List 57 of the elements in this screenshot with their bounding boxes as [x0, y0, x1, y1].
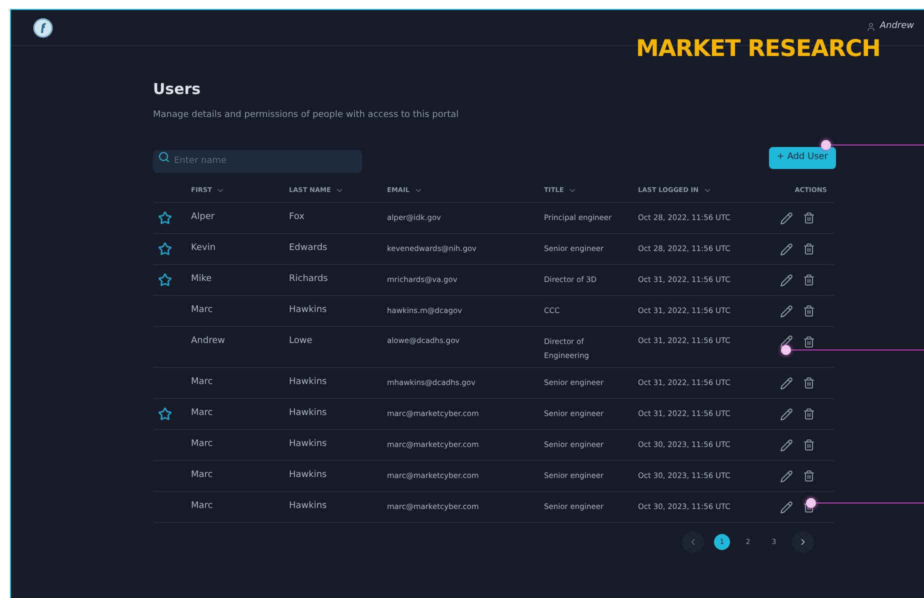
delete-icon[interactable] — [803, 212, 815, 224]
edit-icon[interactable] — [780, 304, 793, 318]
edit-icon[interactable] — [780, 408, 793, 420]
table-cell-text: Marc — [191, 407, 214, 420]
edit-icon[interactable] — [780, 470, 793, 482]
table-cell-text: Andrew — [191, 335, 226, 348]
logo-icon — [33, 18, 53, 38]
delete-icon[interactable] — [803, 274, 815, 286]
delete-icon[interactable] — [803, 336, 815, 348]
table-cell-text: Hawkins — [289, 407, 328, 420]
favorite-star-icon[interactable] — [158, 242, 172, 256]
table-cell-text: Marc — [191, 304, 214, 318]
edit-icon[interactable] — [780, 212, 793, 224]
table-cell-text: Marc — [191, 500, 214, 514]
table-cell-text: Hawkins — [289, 304, 328, 318]
edit-icon[interactable] — [780, 335, 793, 348]
delete-icon[interactable] — [803, 439, 815, 451]
search-field[interactable]: Enter name — [153, 150, 362, 172]
user-name[interactable]: Andrew — [880, 20, 914, 34]
table-cell-text: Hawkins — [289, 469, 328, 482]
edit-icon[interactable] — [780, 438, 793, 452]
table-cell-text: Marc — [191, 376, 214, 390]
edit-icon[interactable] — [780, 500, 793, 514]
sort-icon[interactable] — [334, 186, 344, 195]
delete-icon[interactable] — [803, 408, 815, 420]
edit-icon[interactable] — [780, 242, 793, 256]
delete-icon[interactable] — [803, 377, 815, 389]
banner-title: MARKET RESEARCH — [636, 35, 880, 64]
add-user-button[interactable]: + Add User — [768, 147, 836, 169]
page-subtitle: Manage details and permissions of people with access to this portal — [153, 108, 460, 122]
search-icon — [158, 151, 170, 163]
table-cell-text: Mike — [191, 273, 213, 286]
table-cell-text: Lowe — [289, 335, 314, 348]
page-title: Users — [153, 79, 202, 100]
table-cell-text: Fox — [289, 211, 306, 224]
sort-icon[interactable] — [414, 186, 422, 195]
delete-icon[interactable] — [803, 470, 815, 482]
favorite-star-icon[interactable] — [158, 273, 172, 287]
table-cell-text: Edwards — [289, 242, 328, 256]
sort-icon[interactable] — [216, 186, 225, 195]
table-cell-text: Kevin — [191, 242, 217, 256]
delete-icon[interactable] — [803, 305, 815, 317]
table-cell-text: Hawkins — [289, 500, 328, 514]
table-cell-text: Richards — [289, 273, 329, 286]
table-cell-text: Hawkins — [289, 438, 328, 452]
edit-icon[interactable] — [780, 274, 793, 286]
table-cell-text: Marc — [191, 438, 214, 452]
favorite-star-icon[interactable] — [158, 211, 172, 225]
delete-icon[interactable] — [803, 243, 815, 255]
sort-icon[interactable] — [568, 186, 577, 195]
user-icon — [866, 22, 876, 32]
sort-icon[interactable] — [702, 186, 712, 195]
favorite-star-icon[interactable] — [158, 407, 172, 421]
table-cell-text: Alper — [191, 211, 216, 224]
table-cell-text: Marc — [191, 469, 214, 482]
edit-icon[interactable] — [780, 376, 793, 390]
table-cell-text: Hawkins — [289, 376, 328, 390]
